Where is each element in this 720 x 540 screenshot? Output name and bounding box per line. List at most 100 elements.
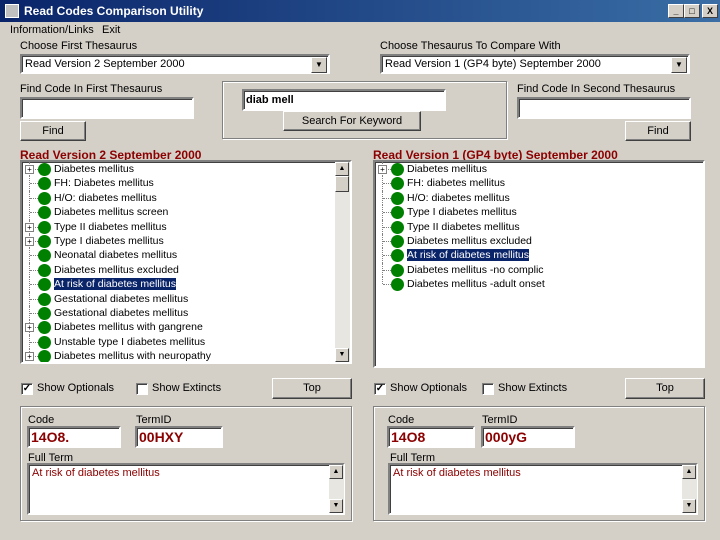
tree-item[interactable]: Gestational diabetes mellitus [22,305,334,321]
right-fullterm-scrollbar[interactable]: ▲ ▼ [682,465,697,513]
left-show-extincts-checkbox[interactable] [136,383,148,395]
expand-icon[interactable]: + [25,352,34,362]
right-tree[interactable]: + Diabetes mellitus FH: diabetes mellitus H… [373,160,705,368]
tree-item-label: Diabetes mellitus [54,163,134,175]
scroll-up-icon[interactable]: ▲ [329,465,343,479]
tree-item[interactable]: + Diabetes mellitus with neuropathy [22,349,334,362]
maximize-button[interactable]: □ [684,4,700,18]
tree-item-label: Type II diabetes mellitus [54,220,167,233]
expand-icon[interactable]: + [25,165,34,174]
tree-connector [383,197,391,199]
left-tree-scrollbar[interactable]: ▲ ▼ [335,162,350,362]
tree-item[interactable]: FH: Diabetes mellitus [22,176,334,191]
tree-item-label: Diabetes mellitus with gangrene [54,321,203,334]
tree-item-label: Diabetes mellitus -adult onset [407,278,545,291]
find-second-input[interactable] [517,97,691,119]
term-dot-icon [391,220,404,234]
find-first-button[interactable]: Find [20,121,86,141]
left-show-optionals-checkbox[interactable]: ✓ [21,383,33,395]
chevron-down-icon[interactable]: ▼ [671,57,687,73]
right-termid-field[interactable]: 000yG [481,426,575,448]
left-tree[interactable]: + Diabetes mellitus FH: Diabetes mellitus H… [20,160,352,364]
tree-item[interactable]: Gestational diabetes mellitus [22,291,334,306]
scroll-down-icon[interactable]: ▼ [329,499,343,513]
second-thesaurus-select[interactable]: Read Version 1 (GP4 byte) September 2000… [380,54,690,74]
tree-item-label: Type I diabetes mellitus [407,206,517,219]
keyword-input[interactable] [242,89,446,111]
tree-item[interactable]: Type I diabetes mellitus [375,205,701,220]
tree-item[interactable]: At risk of diabetes mellitus [22,277,334,292]
term-dot-icon [38,335,51,349]
right-show-extincts-checkbox[interactable] [482,383,494,395]
tree-connector [30,255,38,257]
scroll-down-icon[interactable]: ▼ [335,348,349,362]
close-button[interactable]: X [702,4,718,18]
right-top-button[interactable]: Top [625,378,705,399]
tree-connector [383,255,391,257]
scroll-down-icon[interactable]: ▼ [682,499,696,513]
scroll-up-icon[interactable]: ▲ [335,162,349,176]
right-tree-items: + Diabetes mellitus FH: diabetes mellitus H… [375,162,701,366]
expand-icon[interactable]: + [25,236,34,246]
left-show-extincts-label: Show Extincts [152,382,222,394]
tree-item[interactable]: + Type I diabetes mellitus [22,233,334,249]
find-second-button[interactable]: Find [625,121,691,141]
tree-item[interactable]: + Diabetes mellitus with gangrene [22,320,334,335]
search-keyword-button[interactable]: Search For Keyword [283,111,421,131]
first-thesaurus-value: Read Version 2 September 2000 [25,58,185,70]
right-show-optionals-checkbox[interactable]: ✓ [374,383,386,395]
term-dot-icon [38,234,51,248]
chevron-down-icon[interactable]: ▼ [311,57,327,73]
tree-item[interactable]: Type II diabetes mellitus [375,219,701,234]
left-fullterm-scrollbar[interactable]: ▲ ▼ [329,465,344,513]
left-termid-field[interactable]: 00HXY [135,426,223,448]
expand-icon[interactable]: + [378,165,387,174]
tree-connector [383,183,391,185]
term-dot-icon [38,177,51,191]
menu-bar: Information/Links Exit [0,22,720,38]
minimize-button[interactable]: _ [668,4,684,18]
tree-item[interactable]: Neonatal diabetes mellitus [22,248,334,263]
tree-item[interactable]: H/O: diabetes mellitus [375,190,701,206]
term-dot-icon [391,249,404,263]
tree-item[interactable]: + Type II diabetes mellitus [22,219,334,234]
first-thesaurus-select[interactable]: Read Version 2 September 2000 ▼ [20,54,330,74]
expand-icon[interactable]: + [25,222,34,232]
tree-item[interactable]: Diabetes mellitus excluded [22,262,334,278]
right-code-field[interactable]: 14O8 [387,426,475,448]
tree-item[interactable]: FH: diabetes mellitus [375,176,701,191]
expand-icon[interactable]: + [25,323,34,333]
tree-item-label: Diabetes mellitus with neuropathy [54,350,211,362]
tree-item[interactable]: Diabetes mellitus screen [22,205,334,220]
tree-item[interactable]: + Diabetes mellitus [375,162,701,177]
left-code-field[interactable]: 14O8. [27,426,121,448]
term-dot-icon [391,206,404,220]
menu-information-links[interactable]: Information/Links [10,24,94,36]
find-first-input[interactable] [20,97,194,119]
tree-item[interactable]: H/O: diabetes mellitus [22,190,334,206]
tree-connector [383,240,391,242]
term-dot-icon [38,263,51,277]
find-second-label: Find Code In Second Thesaurus [517,83,676,95]
tree-item[interactable]: Unstable type I diabetes mellitus [22,334,334,350]
tree-item[interactable]: Diabetes mellitus -adult onset [375,277,701,292]
menu-exit[interactable]: Exit [102,24,120,36]
right-show-optionals-label: Show Optionals [390,382,468,394]
right-show-extincts-label: Show Extincts [498,382,568,394]
tree-item[interactable]: Diabetes mellitus excluded [375,233,701,249]
title-bar: Read Codes Comparison Utility _ □ X [0,0,720,22]
tree-item-label: Unstable type I diabetes mellitus [54,335,206,348]
left-fullterm-field[interactable]: At risk of diabetes mellitus ▲ ▼ [27,463,345,515]
left-top-button[interactable]: Top [272,378,352,399]
tree-item[interactable]: Diabetes mellitus -no complic [375,262,701,278]
term-dot-icon [391,163,404,176]
tree-item-label: Type I diabetes mellitus [54,234,164,247]
tree-item[interactable]: At risk of diabetes mellitus [375,248,701,263]
scroll-thumb[interactable] [335,176,349,192]
tree-item[interactable]: + Diabetes mellitus [22,162,334,177]
scroll-up-icon[interactable]: ▲ [682,465,696,479]
right-fullterm-field[interactable]: At risk of diabetes mellitus ▲ ▼ [388,463,698,515]
tree-item-label: FH: diabetes mellitus [407,177,506,190]
tree-item-label: Diabetes mellitus screen [54,206,169,219]
tree-item-label: Diabetes mellitus [407,163,487,175]
